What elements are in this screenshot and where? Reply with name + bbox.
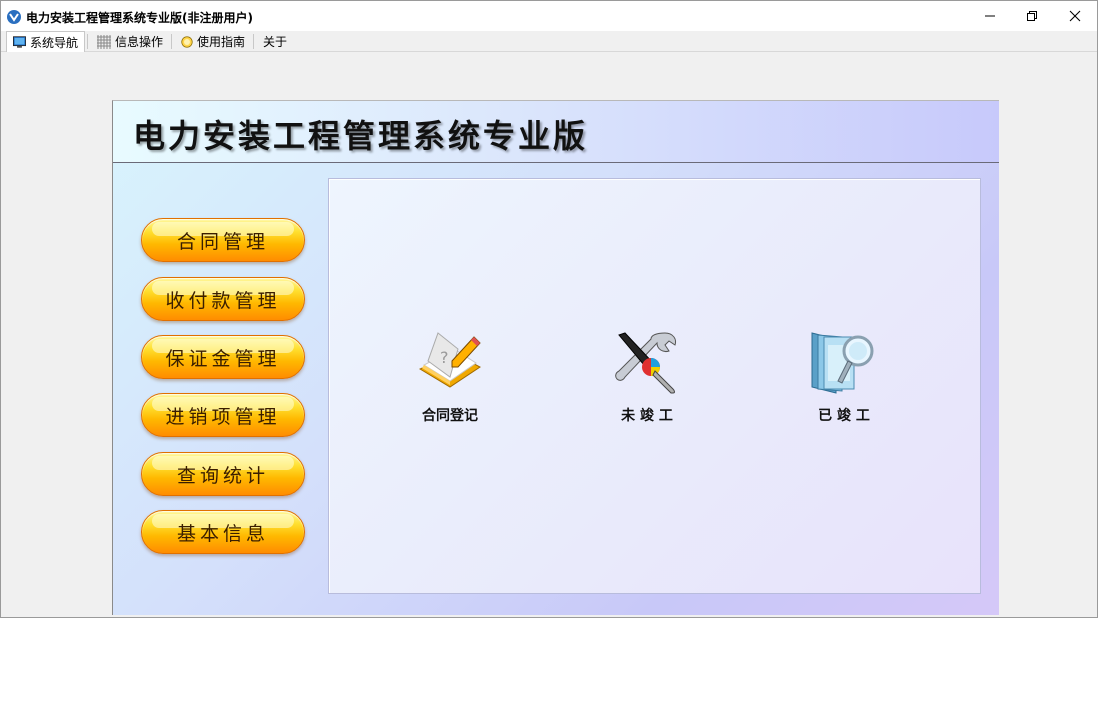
tools-icon xyxy=(615,332,676,394)
menu-item-system-nav[interactable]: 系统导航 xyxy=(6,31,85,52)
menu-item-info-ops[interactable]: 信息操作 xyxy=(91,31,169,52)
menu-item-label: 信息操作 xyxy=(114,35,163,49)
monitor-icon xyxy=(13,36,26,48)
content-area: ? 合同登记 未 竣 工 已 竣 工 xyxy=(328,178,981,594)
menu-bar: 系统导航 信息操作 使用指南 关于 xyxy=(1,31,1097,52)
menu-separator xyxy=(87,34,88,49)
payment-management-button[interactable]: 收付款管理 xyxy=(141,277,305,321)
button-label: 基本信息 xyxy=(176,522,269,545)
folder-search-icon xyxy=(811,332,874,394)
grid-icon xyxy=(97,34,111,49)
button-label: 进销项管理 xyxy=(165,405,281,428)
title-bar[interactable]: 电力安装工程管理系统专业版(非注册用户) xyxy=(1,1,1097,31)
button-label: 查询统计 xyxy=(176,464,269,487)
close-icon xyxy=(1069,10,1081,22)
menu-item-label: 关于 xyxy=(263,35,288,49)
main-panel: 电力安装工程管理系统专业版 合同管理 收付款管理 保证金管理 进销项管理 查询统… xyxy=(112,100,999,615)
menu-item-label: 使用指南 xyxy=(196,35,245,49)
header-banner: 电力安装工程管理系统专业版 xyxy=(113,101,999,163)
restore-icon xyxy=(1027,11,1037,21)
button-label: 合同管理 xyxy=(176,230,269,253)
deposit-management-button[interactable]: 保证金管理 xyxy=(141,335,305,379)
notebook-pencil-icon: ? xyxy=(418,332,481,388)
restore-button[interactable] xyxy=(1009,1,1055,31)
contract-register-tile[interactable]: ? 合同登记 xyxy=(400,327,500,427)
unfinished-projects-tile[interactable]: 未 竣 工 xyxy=(597,327,697,427)
banner-title: 电力安装工程管理系统专业版 xyxy=(133,117,589,155)
tile-label: 合同登记 xyxy=(422,408,478,424)
invoice-management-button[interactable]: 进销项管理 xyxy=(141,393,305,437)
menu-item-about[interactable]: 关于 xyxy=(257,31,295,52)
menu-separator xyxy=(171,34,172,49)
window-title: 电力安装工程管理系统专业版(非注册用户) xyxy=(26,11,253,25)
app-logo-icon xyxy=(7,10,21,24)
minimize-button[interactable] xyxy=(967,1,1013,31)
app-window: 电力安装工程管理系统专业版(非注册用户) 系统导航 信息操作 使用指南 关于 电… xyxy=(0,0,1098,618)
basic-info-button[interactable]: 基本信息 xyxy=(141,510,305,554)
query-statistics-button[interactable]: 查询统计 xyxy=(141,452,305,496)
minimize-icon xyxy=(985,15,995,17)
close-button[interactable] xyxy=(1052,1,1097,31)
menu-separator xyxy=(253,34,254,49)
contract-management-button[interactable]: 合同管理 xyxy=(141,218,305,262)
svg-text:?: ? xyxy=(440,348,449,367)
button-label: 收付款管理 xyxy=(165,289,281,312)
menu-item-user-guide[interactable]: 使用指南 xyxy=(175,31,251,52)
menu-item-label: 系统导航 xyxy=(29,35,78,50)
tile-label: 已 竣 工 xyxy=(818,408,870,424)
tile-label: 未 竣 工 xyxy=(621,408,673,424)
help-circle-icon xyxy=(181,35,193,48)
button-label: 保证金管理 xyxy=(165,347,281,370)
completed-projects-tile[interactable]: 已 竣 工 xyxy=(794,327,894,427)
